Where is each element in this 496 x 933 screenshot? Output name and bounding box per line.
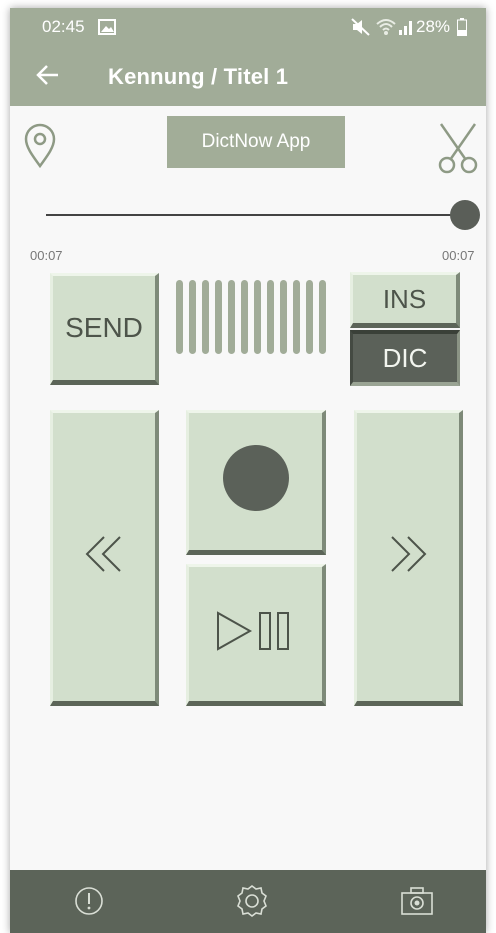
- level-bar: [228, 280, 235, 354]
- fast-forward-icon: [388, 534, 428, 581]
- level-bar: [306, 280, 313, 354]
- level-bar: [215, 280, 222, 354]
- phone-screen: 02:45 28% Kennung / Titel 1 DictNow App: [10, 8, 486, 933]
- level-bar: [241, 280, 248, 354]
- playback-slider-thumb[interactable]: [450, 200, 480, 230]
- status-time: 02:45: [42, 17, 85, 36]
- send-button[interactable]: SEND: [50, 273, 159, 385]
- mute-icon: [351, 18, 371, 41]
- dic-label: DIC: [382, 342, 428, 373]
- battery-icon: [457, 18, 467, 41]
- settings-icon[interactable]: [235, 884, 269, 923]
- elapsed-time: 00:07: [30, 248, 63, 263]
- location-pin-icon[interactable]: [23, 122, 57, 173]
- dic-button[interactable]: DIC: [350, 330, 460, 386]
- app-bar: Kennung / Titel 1: [10, 48, 486, 106]
- level-bar: [319, 280, 326, 354]
- app-label: DictNow App: [167, 116, 345, 168]
- gallery-icon: [98, 19, 116, 40]
- camera-icon[interactable]: [400, 886, 434, 921]
- total-time: 00:07: [442, 248, 475, 263]
- signal-icon: [398, 18, 414, 41]
- level-bar: [293, 280, 300, 354]
- info-icon[interactable]: [74, 886, 104, 921]
- level-bar: [280, 280, 287, 354]
- level-bar: [189, 280, 196, 354]
- battery-text: 28%: [416, 17, 451, 36]
- level-bar: [202, 280, 209, 354]
- rewind-icon: [84, 534, 124, 581]
- status-bar: 02:45 28%: [10, 8, 486, 48]
- level-bar: [267, 280, 274, 354]
- ins-button[interactable]: INS: [350, 272, 460, 328]
- play-pause-icon: [216, 609, 296, 660]
- send-label: SEND: [65, 312, 143, 343]
- rewind-button[interactable]: [50, 410, 159, 706]
- record-button[interactable]: [186, 410, 326, 555]
- fast-forward-button[interactable]: [354, 410, 463, 706]
- bottom-nav: [10, 870, 486, 933]
- level-bar: [176, 280, 183, 354]
- wifi-icon: [376, 18, 396, 41]
- ins-label: INS: [382, 283, 427, 314]
- playback-slider-track[interactable]: [46, 214, 466, 216]
- play-pause-button[interactable]: [186, 564, 326, 706]
- scissors-icon[interactable]: [436, 122, 480, 179]
- record-icon: [222, 444, 290, 519]
- arrow-left-icon[interactable]: [36, 64, 60, 91]
- level-meter: [176, 280, 336, 354]
- level-bar: [254, 280, 261, 354]
- page-title: Kennung / Titel 1: [108, 64, 289, 89]
